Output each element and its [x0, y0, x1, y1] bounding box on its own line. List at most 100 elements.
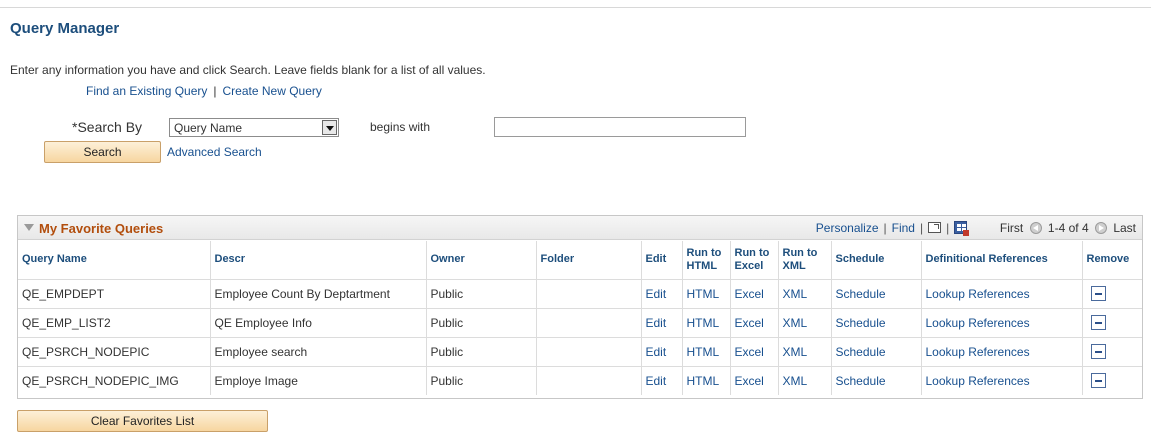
lookup-references-link[interactable]: Lookup References	[926, 316, 1030, 330]
zoom-grid-icon[interactable]	[928, 222, 942, 233]
run-xml-link[interactable]: XML	[783, 287, 808, 301]
cell-edit: Edit	[641, 307, 683, 337]
col-edit: Edit	[641, 241, 683, 279]
run-excel-link[interactable]: Excel	[735, 374, 764, 388]
find-link[interactable]: Find	[892, 221, 915, 235]
tab-find-existing-query[interactable]: Find an Existing Query	[86, 84, 207, 98]
run-html-link[interactable]: HTML	[687, 316, 720, 330]
cell-query-name: QE_PSRCH_NODEPIC_IMG	[18, 365, 211, 395]
cell-remove	[1082, 307, 1142, 337]
col-run-excel: Run to Excel	[730, 241, 779, 279]
col-remove: Remove	[1082, 241, 1142, 279]
col-descr[interactable]: Descr	[210, 241, 427, 279]
cell-folder	[536, 336, 642, 366]
col-query-name[interactable]: Query Name	[18, 241, 211, 279]
page-tabs: Find an Existing Query | Create New Query	[86, 84, 322, 98]
lookup-references-link[interactable]: Lookup References	[926, 374, 1030, 388]
cell-schedule: Schedule	[831, 307, 922, 337]
nav-separator: |	[946, 221, 950, 235]
cell-schedule: Schedule	[831, 365, 922, 395]
lookup-references-link[interactable]: Lookup References	[926, 287, 1030, 301]
last-label: Last	[1113, 221, 1136, 235]
collapse-triangle-icon[interactable]	[24, 224, 34, 231]
operator-label: begins with	[370, 120, 431, 134]
tab-create-new-query[interactable]: Create New Query	[223, 84, 322, 98]
run-excel-link[interactable]: Excel	[735, 316, 764, 330]
first-page-icon[interactable]	[1029, 222, 1042, 234]
cell-edit: Edit	[641, 278, 683, 308]
remove-icon[interactable]	[1090, 315, 1106, 331]
cell-descr: Employee Count By Deptartment	[210, 278, 427, 308]
col-owner[interactable]: Owner	[426, 241, 537, 279]
cell-excel: Excel	[730, 336, 779, 366]
schedule-link[interactable]: Schedule	[836, 287, 886, 301]
page-title: Query Manager	[10, 20, 120, 37]
advanced-search-link[interactable]: Advanced Search	[167, 145, 262, 159]
nav-separator: |	[883, 221, 887, 235]
cell-schedule: Schedule	[831, 336, 922, 366]
tab-separator: |	[213, 84, 217, 98]
cell-html: HTML	[682, 278, 731, 308]
remove-icon[interactable]	[1090, 286, 1106, 302]
table-row: QE_PSRCH_NODEPIC_IMG Employe Image Publi…	[18, 365, 1142, 395]
cell-html: HTML	[682, 365, 731, 395]
cell-excel: Excel	[730, 307, 779, 337]
cell-xml: XML	[778, 365, 832, 395]
search-button[interactable]: Search	[44, 141, 161, 163]
col-run-html: Run to HTML	[682, 241, 731, 279]
cell-html: HTML	[682, 307, 731, 337]
next-page-icon[interactable]	[1094, 222, 1107, 234]
search-by-value: Query Name	[174, 121, 243, 135]
schedule-link[interactable]: Schedule	[836, 345, 886, 359]
schedule-link[interactable]: Schedule	[836, 316, 886, 330]
table-row: QE_PSRCH_NODEPIC Employee search Public …	[18, 336, 1142, 366]
lookup-references-link[interactable]: Lookup References	[926, 345, 1030, 359]
personalize-link[interactable]: Personalize	[816, 221, 879, 235]
search-input[interactable]	[494, 117, 746, 137]
cell-folder	[536, 307, 642, 337]
cell-xml: XML	[778, 336, 832, 366]
edit-link[interactable]: Edit	[646, 374, 667, 388]
col-definitional-references: Definitional References	[921, 241, 1083, 279]
download-excel-icon[interactable]	[954, 221, 970, 236]
edit-link[interactable]: Edit	[646, 345, 667, 359]
run-xml-link[interactable]: XML	[783, 345, 808, 359]
grid-navigation: Personalize | Find | | First 1-4 of 4 Last	[816, 221, 1136, 236]
grid-title[interactable]: My Favorite Queries	[39, 221, 163, 236]
cell-descr: Employe Image	[210, 365, 427, 395]
cell-query-name: QE_EMP_LIST2	[18, 307, 211, 337]
cell-html: HTML	[682, 336, 731, 366]
cell-owner: Public	[426, 278, 537, 308]
cell-references: Lookup References	[921, 278, 1083, 308]
run-html-link[interactable]: HTML	[687, 374, 720, 388]
table-row: QE_EMP_LIST2 QE Employee Info Public Edi…	[18, 307, 1142, 337]
edit-link[interactable]: Edit	[646, 287, 667, 301]
run-html-link[interactable]: HTML	[687, 345, 720, 359]
cell-descr: Employee search	[210, 336, 427, 366]
instructions-text: Enter any information you have and click…	[10, 63, 486, 77]
cell-remove	[1082, 365, 1142, 395]
dropdown-arrow-icon[interactable]	[322, 120, 337, 135]
search-by-select[interactable]: Query Name	[169, 118, 339, 137]
run-html-link[interactable]: HTML	[687, 287, 720, 301]
cell-references: Lookup References	[921, 336, 1083, 366]
cell-remove	[1082, 336, 1142, 366]
remove-icon[interactable]	[1090, 373, 1106, 389]
clear-favorites-button[interactable]: Clear Favorites List	[17, 410, 268, 432]
cell-schedule: Schedule	[831, 278, 922, 308]
cell-query-name: QE_PSRCH_NODEPIC	[18, 336, 211, 366]
cell-owner: Public	[426, 336, 537, 366]
run-xml-link[interactable]: XML	[783, 316, 808, 330]
run-xml-link[interactable]: XML	[783, 374, 808, 388]
run-excel-link[interactable]: Excel	[735, 287, 764, 301]
cell-references: Lookup References	[921, 365, 1083, 395]
cell-references: Lookup References	[921, 307, 1083, 337]
remove-icon[interactable]	[1090, 344, 1106, 360]
cell-descr: QE Employee Info	[210, 307, 427, 337]
col-folder[interactable]: Folder	[536, 241, 642, 279]
run-excel-link[interactable]: Excel	[735, 345, 764, 359]
cell-folder	[536, 278, 642, 308]
cell-owner: Public	[426, 307, 537, 337]
schedule-link[interactable]: Schedule	[836, 374, 886, 388]
edit-link[interactable]: Edit	[646, 316, 667, 330]
